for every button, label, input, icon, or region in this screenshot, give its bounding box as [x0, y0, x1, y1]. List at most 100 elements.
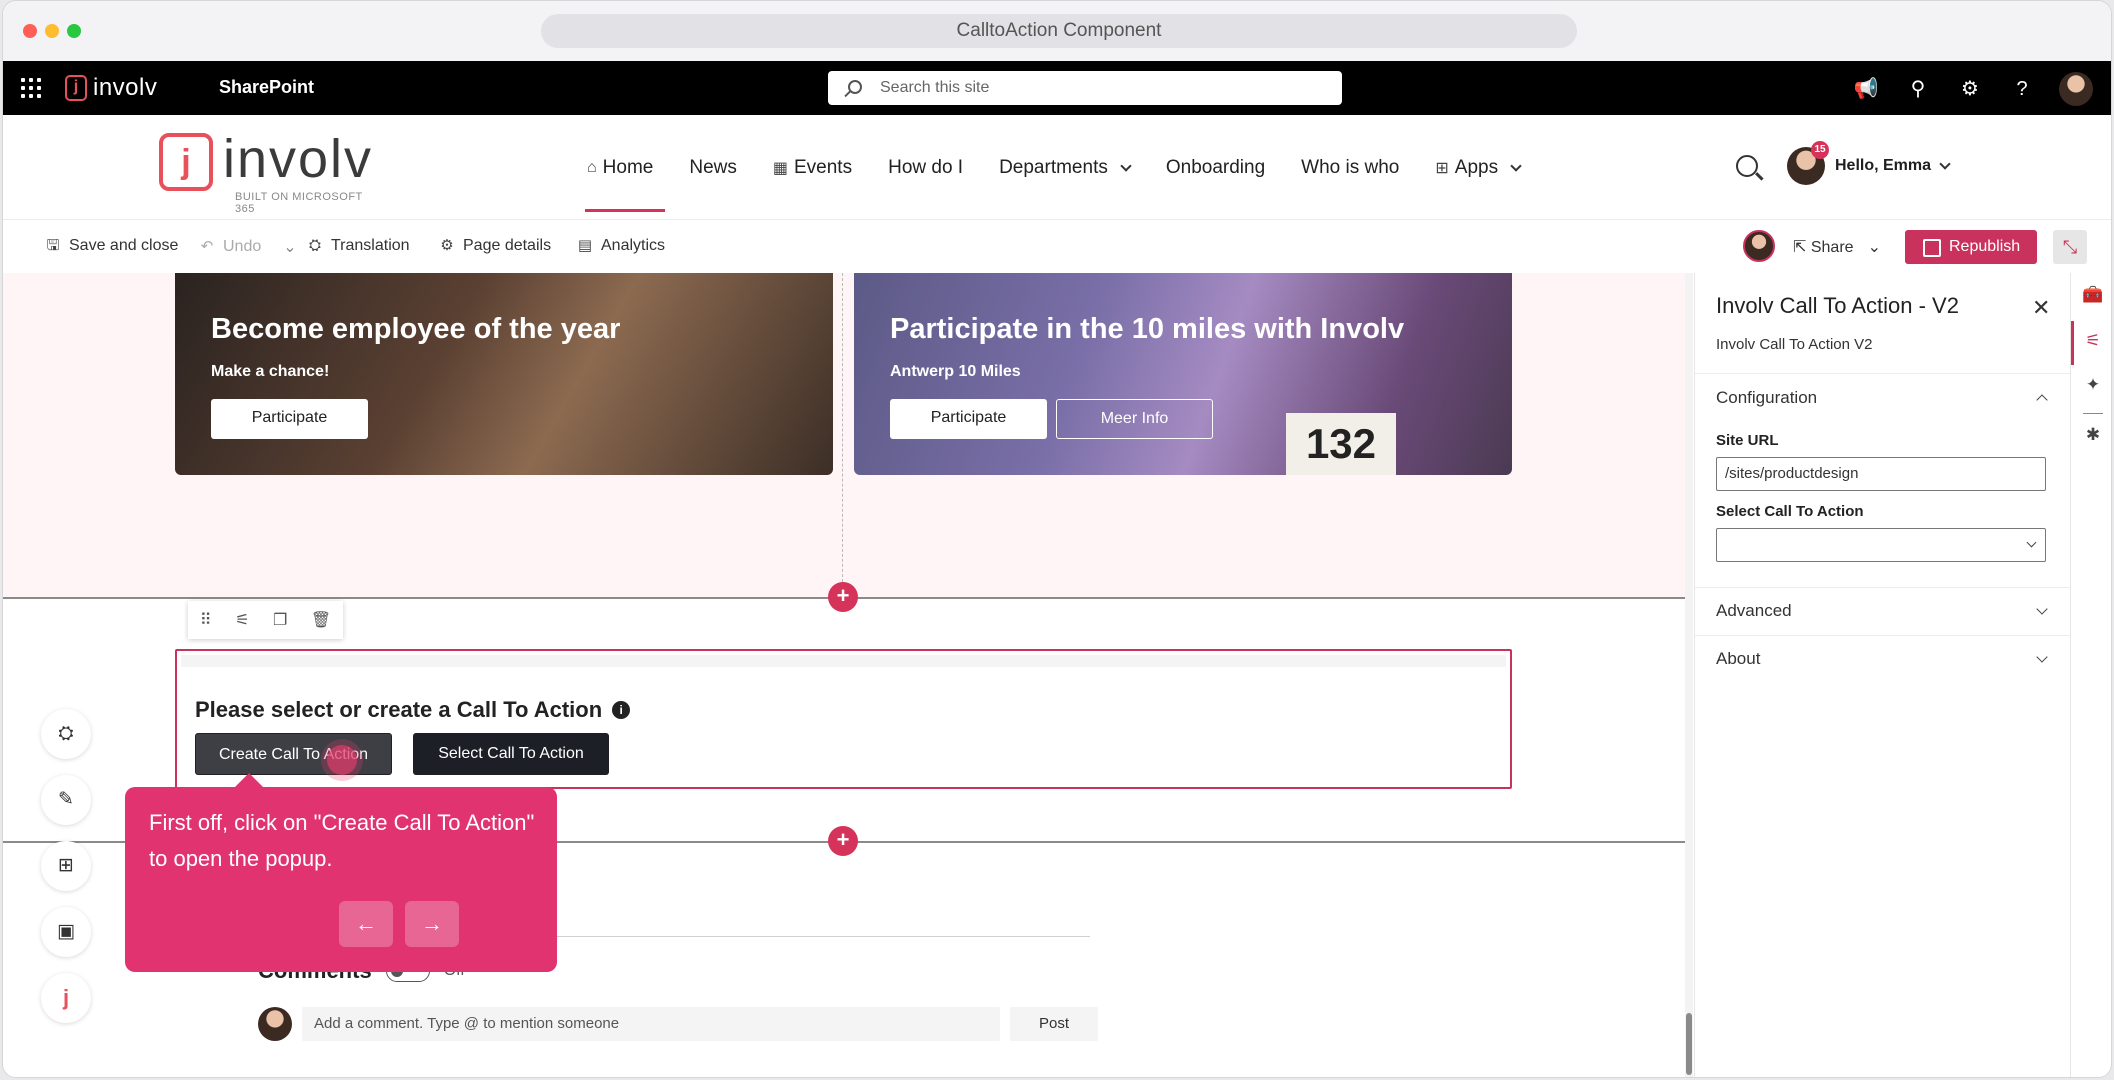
pane-subtitle: Involv Call To Action V2 [1716, 336, 1873, 353]
command-bar: 🖫 Save and close ↶ Undo ⌄ ⛭ Translation ⚙ Pag… [3, 219, 2111, 273]
save-icon: 🖫 [46, 237, 60, 254]
nav-item-how-do-i[interactable]: How do I [888, 157, 963, 179]
editor-avatar[interactable] [1743, 230, 1775, 262]
canvas-scrollbar[interactable] [1685, 273, 1693, 1077]
title-bar: CalltoAction Component [3, 1, 2111, 61]
participate-button[interactable]: Participate [890, 399, 1047, 439]
involv-logo-icon: j [65, 75, 87, 101]
sharepoint-link[interactable]: SharePoint [219, 77, 314, 98]
close-icon[interactable]: ✕ [2032, 295, 2050, 321]
app-launcher-icon[interactable] [21, 78, 41, 98]
megaphone-icon[interactable]: 📢 [1851, 74, 1881, 104]
edit-page-icon[interactable]: ✎ [41, 775, 91, 825]
suite-logo[interactable]: j involv [65, 73, 157, 103]
hero-title: Become employee of the year [211, 313, 621, 345]
user-menu[interactable]: 15 Hello, Emma [1787, 141, 1951, 185]
drag-handle-icon[interactable]: ⠿ [200, 610, 212, 630]
comment-composer: Add a comment. Type @ to mention someone… [258, 1007, 1098, 1041]
webpart-header-strip [181, 655, 1506, 667]
select-call-to-action-button[interactable]: Select Call To Action [413, 733, 609, 775]
site-logo-subtitle: BUILT ON MICROSOFT 365 [235, 191, 363, 215]
address-bar[interactable]: CalltoAction Component [541, 14, 1577, 48]
create-call-to-action-button[interactable]: Create Call To Action [195, 733, 392, 775]
webpart-toolbar: ⠿ ⚟ ❐ 🗑 [188, 601, 343, 639]
sparkle-icon[interactable]: ✦ [2081, 373, 2105, 397]
chevron-down-icon [2026, 537, 2037, 548]
nav-item-home[interactable]: ⌂ Home [584, 157, 666, 212]
site-url-input[interactable]: /sites/productdesign [1716, 457, 2046, 491]
chevron-down-icon [2036, 651, 2048, 663]
suite-icons: 📢 ⚲ ⚙ ? [1851, 72, 2093, 106]
collapse-icon[interactable]: ⤡ [2053, 230, 2087, 264]
participate-button[interactable]: Participate [211, 399, 368, 439]
meer-info-button[interactable]: Meer Info [1056, 399, 1213, 439]
site-logo-text: involv [223, 129, 374, 189]
share-button[interactable]: ⇱ Share ⌄ [1793, 237, 1881, 257]
nav-item-departments[interactable]: Departments [999, 157, 1132, 179]
notification-badge: 15 [1811, 141, 1829, 159]
nav-item-who-is-who[interactable]: Who is who [1301, 157, 1399, 179]
undo-button[interactable]: ↶ Undo ⌄ [199, 237, 297, 257]
site-logo[interactable]: j involv BUILT ON MICROSOFT 365 [159, 129, 374, 215]
guide-tooltip: First off, click on "Create Call To Acti… [125, 773, 557, 972]
close-window-button[interactable] [23, 24, 37, 38]
republish-button[interactable]: Republish [1905, 230, 2037, 264]
site-url-label: Site URL [1716, 432, 1779, 449]
translate-icon[interactable]: ⛭ [41, 709, 91, 759]
involv-logo-icon[interactable]: j [41, 973, 91, 1023]
nav-item-apps[interactable]: ⊞ Apps [1435, 157, 1522, 179]
hero-title: Participate in the 10 miles with Involv [890, 313, 1405, 345]
duplicate-icon[interactable]: ❐ [273, 610, 287, 630]
page-settings-icon[interactable]: ▣ [41, 907, 91, 957]
active-indicator [2071, 321, 2074, 365]
add-section-button[interactable]: + [828, 826, 858, 856]
avatar[interactable] [2059, 72, 2093, 106]
help-icon[interactable]: ? [2007, 74, 2037, 104]
tooltip-next-button[interactable]: → [405, 901, 459, 947]
add-section-button[interactable]: + [828, 582, 858, 612]
post-button[interactable]: Post [1010, 1007, 1098, 1041]
translate-icon: ⛭ [308, 237, 321, 254]
hero-tile-employee[interactable]: Become employee of the year Make a chanc… [175, 273, 833, 475]
nav-item-news[interactable]: News [689, 157, 737, 179]
group-advanced[interactable]: Advanced [1716, 601, 2050, 621]
call-to-action-webpart[interactable]: Please select or create a Call To Action… [175, 649, 1512, 789]
suite-logo-text: involv [93, 74, 158, 101]
rail-divider [2083, 413, 2103, 414]
page-details-button[interactable]: ⚙ Page details [439, 237, 551, 255]
nav-item-events[interactable]: ▦ Events [773, 157, 852, 179]
group-configuration[interactable]: Configuration [1716, 388, 2050, 408]
toolbox-icon[interactable]: 🧰 [2081, 283, 2105, 307]
group-about[interactable]: About [1716, 649, 2050, 669]
tooltip-text: First off, click on "Create Call To Acti… [149, 810, 535, 871]
chevron-down-icon[interactable]: ⌄ [283, 237, 296, 257]
search-input[interactable]: Search this site [828, 71, 1342, 105]
maximize-window-button[interactable] [67, 24, 81, 38]
left-floating-rail: ⛭ ✎ ⊞ ▣ j [41, 709, 91, 1023]
cta-heading: Please select or create a Call To Action… [195, 697, 631, 723]
header-search-icon[interactable] [1736, 155, 1758, 177]
properties-icon[interactable]: ⚟ [2081, 329, 2105, 353]
info-icon[interactable]: i [612, 701, 631, 719]
tooltip-prev-button[interactable]: ← [339, 901, 393, 947]
translation-button[interactable]: ⛭ Translation [307, 237, 410, 255]
hero-tile-10-miles[interactable]: 132 Participate in the 10 miles with Inv… [854, 273, 1512, 475]
accessibility-icon[interactable]: ✱ [2081, 423, 2105, 447]
select-cta-dropdown[interactable] [1716, 528, 2046, 562]
share-icon: ⇱ [1793, 239, 1811, 256]
involv-logo-icon: j [159, 133, 213, 191]
site-header: j involv BUILT ON MICROSOFT 365 ⌂ Home Ne… [3, 115, 2111, 219]
nav-item-onboarding[interactable]: Onboarding [1166, 157, 1265, 179]
pane-title: Involv Call To Action - V2 [1716, 293, 1959, 318]
settings-icon[interactable]: ⚙ [1955, 74, 1985, 104]
analytics-button[interactable]: ▤ Analytics [577, 237, 665, 255]
search-icon [848, 80, 862, 94]
property-pane: Involv Call To Action - V2 ✕ Involv Call… [1694, 273, 2071, 1077]
add-content-icon[interactable]: ⊞ [41, 841, 91, 891]
edit-properties-icon[interactable]: ⚟ [235, 610, 249, 630]
share-network-icon[interactable]: ⚲ [1903, 74, 1933, 104]
delete-icon[interactable]: 🗑 [311, 610, 331, 630]
minimize-window-button[interactable] [45, 24, 59, 38]
comment-input[interactable]: Add a comment. Type @ to mention someone [302, 1007, 1000, 1041]
save-and-close-button[interactable]: 🖫 Save and close [45, 237, 179, 255]
